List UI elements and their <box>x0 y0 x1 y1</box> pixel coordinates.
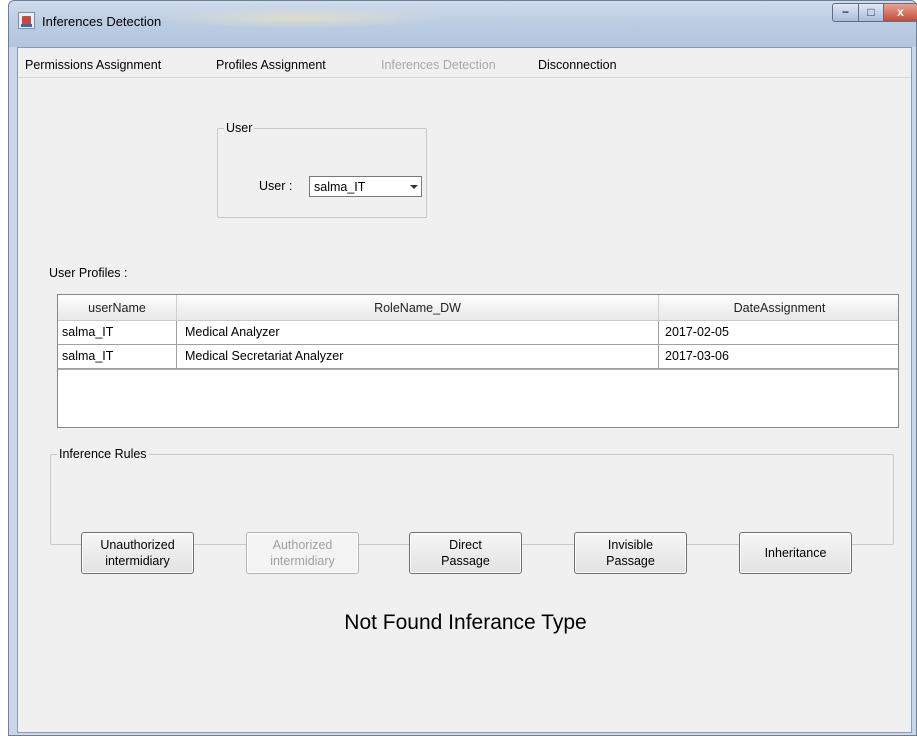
inheritance-button[interactable]: Inheritance <box>739 532 852 574</box>
button-label-line1: Unauthorized <box>100 538 175 552</box>
direct-passage-button[interactable]: Direct Passage <box>409 532 522 574</box>
button-label-line1: Direct <box>449 538 482 552</box>
column-header-dateassignment[interactable]: DateAssignment <box>659 295 898 321</box>
menu-item-permissions-assignment[interactable]: Permissions Assignment <box>25 58 161 72</box>
button-label-line2: intermidiary <box>105 554 170 568</box>
inference-result-text: Not Found Inferance Type <box>344 611 587 634</box>
button-label-line2: intermidiary <box>270 554 335 568</box>
button-label: Inheritance <box>764 546 827 560</box>
title-bar[interactable]: Inferences Detection − □ x <box>9 1 917 47</box>
close-button[interactable]: x <box>883 3 917 22</box>
user-select[interactable]: salma_IT <box>309 176 422 197</box>
window-title: Inferences Detection <box>42 14 162 29</box>
user-groupbox: User User : salma_IT <box>217 121 427 218</box>
column-header-username[interactable]: userName <box>58 295 177 321</box>
minimize-button[interactable]: − <box>832 3 859 22</box>
user-profiles-label: User Profiles : <box>49 266 128 280</box>
cell-rolename[interactable]: Medical Secretariat Analyzer <box>177 345 659 369</box>
menu-bar: Permissions Assignment Profiles Assignme… <box>18 48 911 78</box>
invisible-passage-button[interactable]: Invisible Passage <box>574 532 687 574</box>
button-label-line1: Authorized <box>272 538 333 552</box>
unauthorized-intermidiary-button[interactable]: Unauthorized intermidiary <box>81 532 194 574</box>
table-header: userName RoleName_DW DateAssignment <box>58 295 898 321</box>
user-profiles-table[interactable]: userName RoleName_DW DateAssignment salm… <box>57 294 899 428</box>
maximize-button[interactable]: □ <box>858 3 884 22</box>
client-area: Permissions Assignment Profiles Assignme… <box>17 47 912 733</box>
button-label-line1: Invisible <box>607 538 654 552</box>
app-window: Inferences Detection − □ x Permissions A… <box>8 0 917 736</box>
table-row[interactable]: salma_IT Medical Secretariat Analyzer 20… <box>58 345 898 369</box>
column-header-rolename[interactable]: RoleName_DW <box>177 295 659 321</box>
authorized-intermidiary-button: Authorized intermidiary <box>246 532 359 574</box>
cell-date[interactable]: 2017-02-05 <box>659 321 898 345</box>
title-glow <box>149 7 449 29</box>
cell-username[interactable]: salma_IT <box>58 321 177 345</box>
menu-item-profiles-assignment[interactable]: Profiles Assignment <box>216 58 326 72</box>
table-row[interactable]: salma_IT Medical Analyzer 2017-02-05 <box>58 321 898 345</box>
app-icon <box>18 12 35 29</box>
menu-item-disconnection[interactable]: Disconnection <box>538 58 617 72</box>
user-select-value: salma_IT <box>314 180 366 194</box>
button-label-line2: Passage <box>441 554 490 568</box>
user-label: User : <box>259 179 293 193</box>
user-group-legend: User <box>224 121 255 135</box>
menu-item-inferences-detection: Inferences Detection <box>381 58 496 72</box>
cell-username[interactable]: salma_IT <box>58 345 177 369</box>
inference-rules-legend: Inference Rules <box>57 447 149 461</box>
cell-date[interactable]: 2017-03-06 <box>659 345 898 369</box>
table-empty-area <box>58 370 898 427</box>
button-label-line2: Passage <box>606 554 655 568</box>
cell-rolename[interactable]: Medical Analyzer <box>177 321 659 345</box>
chevron-down-icon[interactable] <box>410 185 418 189</box>
